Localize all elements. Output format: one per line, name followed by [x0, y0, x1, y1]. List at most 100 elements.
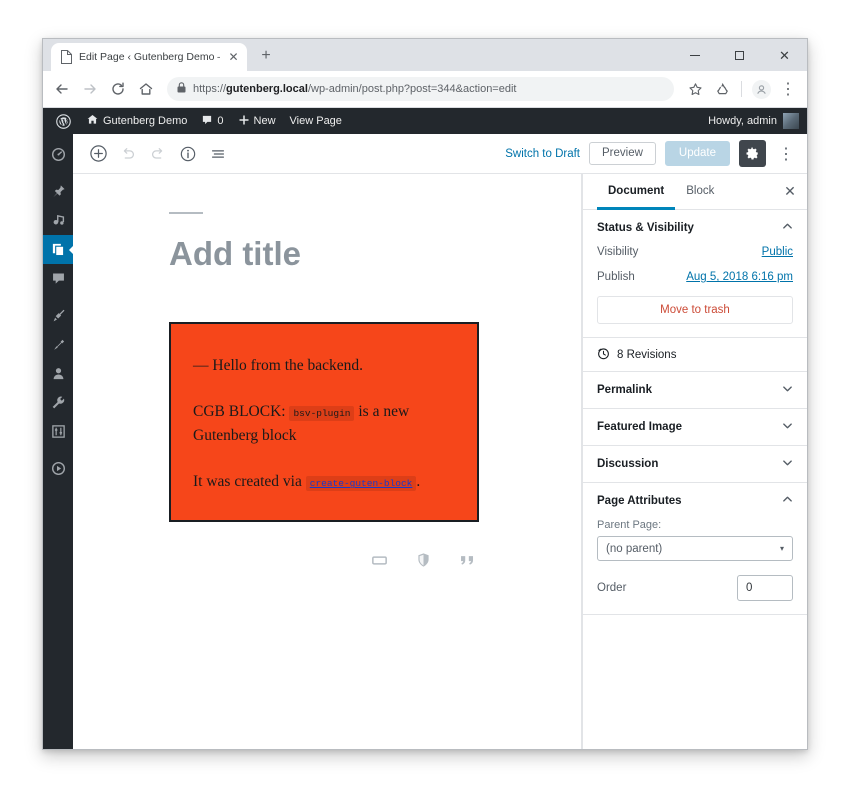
quote-block-icon[interactable] [457, 550, 477, 570]
wpmenu-item-comments[interactable] [43, 264, 73, 293]
browser-tab-title: Edit Page ‹ Gutenberg Demo — \ [79, 51, 220, 63]
admin-bar-comments[interactable]: 0 [194, 108, 230, 134]
more-menu-icon[interactable]: ⋮ [775, 140, 797, 167]
chevron-down-icon [782, 383, 793, 397]
cgb-line2-prefix: CGB BLOCK: [193, 403, 286, 421]
tab-document[interactable]: Document [597, 174, 676, 210]
chevron-down-icon [782, 457, 793, 471]
visibility-value[interactable]: Public [762, 246, 793, 258]
editor-canvas[interactable]: Add title — Hello from the backend. CGB … [73, 174, 582, 749]
window-close-button[interactable]: ✕ [762, 39, 807, 71]
wp-admin-menu [43, 134, 74, 749]
wpmenu-item-users[interactable] [43, 359, 73, 388]
cgb-block[interactable]: — Hello from the backend. CGB BLOCK: bsv… [169, 322, 479, 523]
reload-button[interactable] [105, 76, 131, 102]
wpmenu-item-dashboard[interactable] [43, 140, 73, 169]
wordpress-logo-icon[interactable] [48, 108, 79, 134]
profile-avatar-icon[interactable] [748, 76, 774, 102]
admin-bar-site-name[interactable]: Gutenberg Demo [79, 108, 194, 134]
chevron-up-icon [782, 221, 793, 235]
update-button[interactable]: Update [664, 140, 730, 167]
revisions-label: 8 Revisions [617, 348, 677, 361]
chevron-down-icon [782, 420, 793, 434]
title-rule [169, 212, 203, 214]
browser-toolbar-right: ⋮ [682, 76, 801, 102]
tab-block[interactable]: Block [675, 174, 725, 210]
discussion-header[interactable]: Discussion [597, 446, 793, 482]
block-navigation-icon[interactable] [203, 139, 233, 169]
order-row: Order 0 [597, 575, 793, 601]
close-sidebar-icon[interactable]: ✕ [773, 174, 807, 209]
parent-page-label: Parent Page: [597, 519, 662, 531]
wpmenu-item-appearance[interactable] [43, 301, 73, 330]
home-icon [86, 113, 99, 129]
cgb-line3-prefix: It was created via [193, 473, 302, 491]
wpmenu-item-media[interactable] [43, 206, 73, 235]
wpmenu-item-tools[interactable] [43, 388, 73, 417]
new-tab-button[interactable]: + [253, 43, 279, 69]
post-title-input[interactable]: Add title [169, 235, 489, 272]
chevron-down-icon: ▾ [779, 544, 784, 553]
move-to-trash-button[interactable]: Move to trash [597, 296, 793, 324]
window-minimize-button[interactable] [672, 39, 717, 71]
publish-row: Publish Aug 5, 2018 6:16 pm [597, 271, 793, 283]
revisions-row[interactable]: 8 Revisions [583, 338, 807, 372]
admin-bar-view-page[interactable]: View Page [283, 108, 349, 134]
browser-menu-icon[interactable]: ⋮ [775, 76, 801, 102]
wp-body: Switch to Draft Preview Update ⋮ Add tit… [43, 134, 807, 749]
window-maximize-button[interactable] [717, 39, 762, 71]
permalink-panel: Permalink [583, 372, 807, 409]
cgb-block-line-2: CGB BLOCK: bsv-plugin is a new Gutenberg… [193, 400, 455, 448]
switch-to-draft-link[interactable]: Switch to Draft [505, 148, 580, 160]
cgb-line3-suffix: . [416, 473, 421, 491]
shield-block-icon[interactable] [413, 550, 433, 570]
tab-close-icon[interactable]: ✕ [226, 50, 241, 65]
featured-image-panel: Featured Image [583, 409, 807, 446]
permalink-header[interactable]: Permalink [597, 372, 793, 408]
admin-bar-howdy: Howdy, admin [708, 115, 777, 127]
order-input[interactable]: 0 [737, 575, 793, 601]
redo-icon[interactable] [143, 139, 173, 169]
settings-sidebar: Document Block ✕ Status & Visibility Vis… [582, 174, 807, 749]
admin-bar-new[interactable]: New [231, 108, 283, 134]
home-button[interactable] [133, 76, 159, 102]
featured-image-header[interactable]: Featured Image [597, 409, 793, 445]
bookmark-star-icon[interactable] [682, 76, 708, 102]
address-bar[interactable]: https://gutenberg.local/wp-admin/post.ph… [167, 77, 674, 101]
create-guten-block-link[interactable]: create-guten-block [310, 478, 413, 489]
visibility-row: Visibility Public [597, 246, 793, 258]
paragraph-block-icon[interactable] [369, 550, 389, 570]
add-block-icon[interactable] [83, 139, 113, 169]
browser-toolbar: https://gutenberg.local/wp-admin/post.ph… [43, 71, 807, 108]
status-visibility-header[interactable]: Status & Visibility [597, 210, 793, 246]
back-button[interactable] [49, 76, 75, 102]
editor-column: Switch to Draft Preview Update ⋮ Add tit… [73, 134, 807, 749]
page-attributes-body: Parent Page: (no parent) ▾ Order 0 [597, 519, 793, 614]
visibility-label: Visibility [597, 246, 639, 258]
browser-window: Edit Page ‹ Gutenberg Demo — \ ✕ + ✕ htt… [42, 38, 808, 750]
wpmenu-item-collapse[interactable] [43, 454, 73, 483]
lock-icon [177, 80, 186, 98]
gear-icon[interactable] [739, 140, 766, 167]
cgb-create-guten-block-code[interactable]: create-guten-block [305, 476, 417, 492]
wpmenu-item-posts[interactable] [43, 177, 73, 206]
admin-bar-account[interactable]: Howdy, admin [708, 113, 807, 129]
comment-bubble-icon [201, 114, 213, 129]
parent-page-select[interactable]: (no parent) ▾ [597, 536, 793, 561]
page-attributes-header[interactable]: Page Attributes [597, 483, 793, 519]
status-visibility-panel: Status & Visibility Visibility Public Pu… [583, 210, 807, 338]
info-icon[interactable] [173, 139, 203, 169]
publish-value[interactable]: Aug 5, 2018 6:16 pm [686, 271, 793, 283]
extension-recycle-icon[interactable] [709, 76, 735, 102]
discussion-panel: Discussion [583, 446, 807, 483]
preview-button[interactable]: Preview [589, 141, 656, 166]
wpmenu-item-plugins[interactable] [43, 330, 73, 359]
wpmenu-item-settings[interactable] [43, 417, 73, 446]
cgb-block-line-1: — Hello from the backend. [193, 357, 364, 375]
undo-icon[interactable] [113, 139, 143, 169]
forward-button[interactable] [77, 76, 103, 102]
editor-toolbar: Switch to Draft Preview Update ⋮ [73, 134, 807, 174]
browser-tab[interactable]: Edit Page ‹ Gutenberg Demo — \ ✕ [51, 43, 247, 71]
status-visibility-title: Status & Visibility [597, 222, 694, 234]
wpmenu-item-pages[interactable] [43, 235, 74, 264]
